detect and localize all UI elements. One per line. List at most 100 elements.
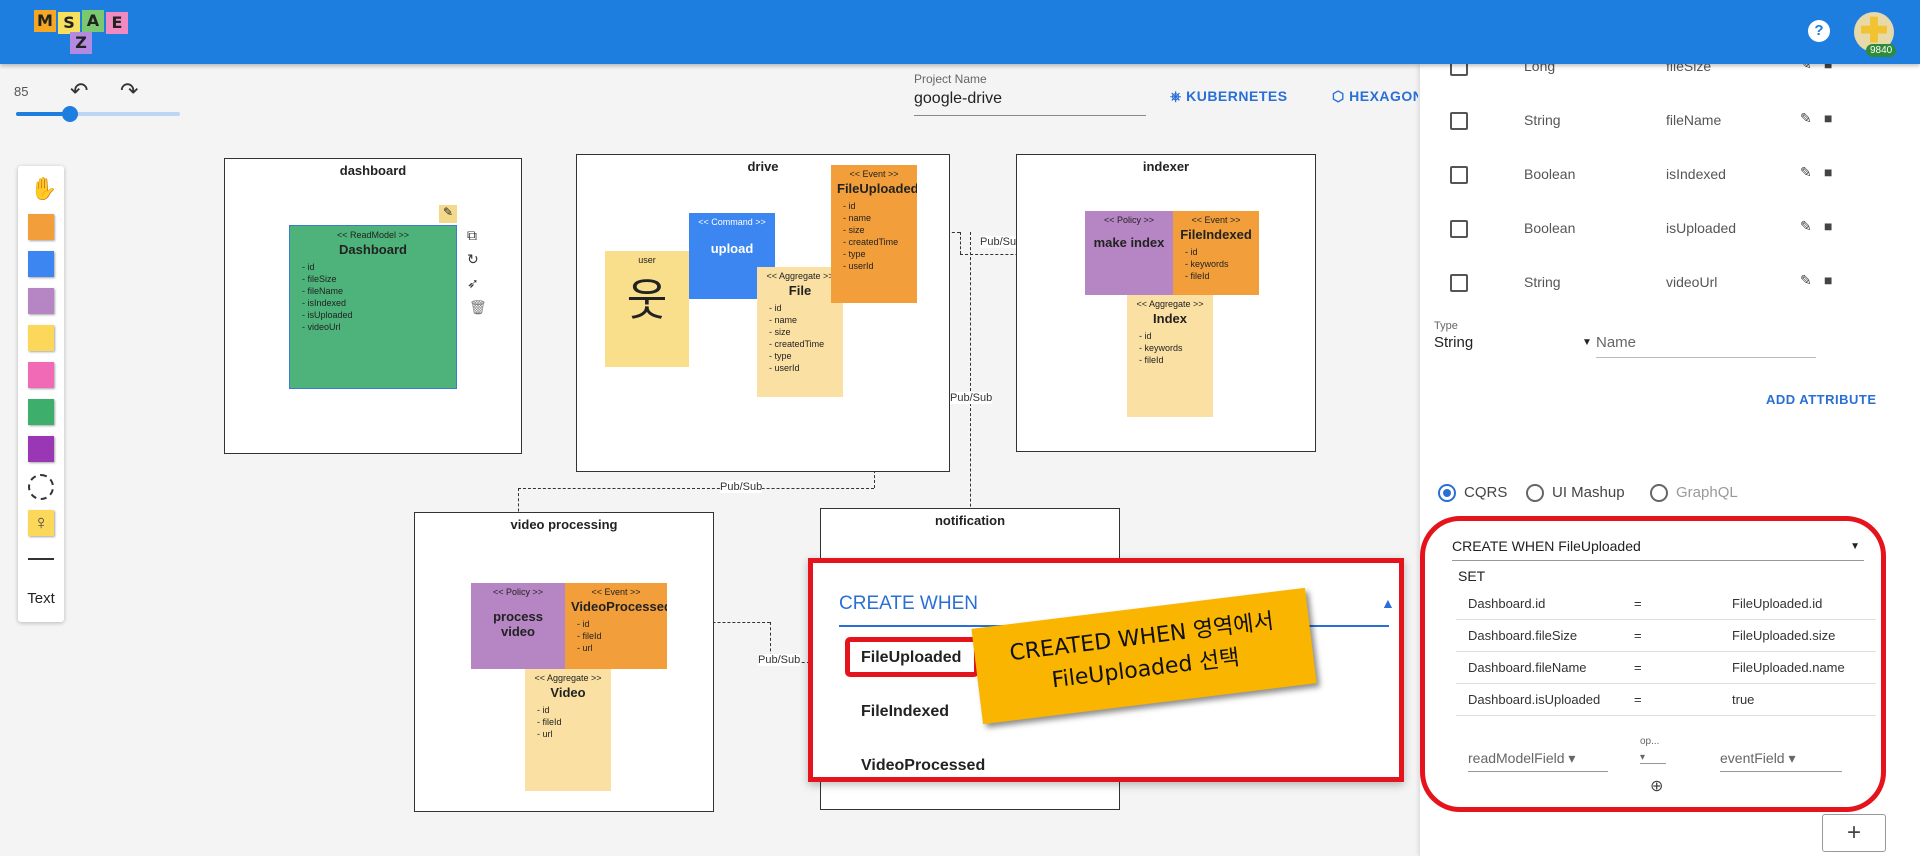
attribute-name: isIndexed xyxy=(1666,166,1726,182)
kubernetes-button[interactable]: ⎈ KUBERNETES xyxy=(1170,88,1288,105)
sticker-name: FileIndexed xyxy=(1180,227,1252,242)
sticker-name: Index xyxy=(1153,311,1187,326)
bounded-context-title: notification xyxy=(934,513,1006,528)
attribute-row[interactable]: Boolean isIndexed ✎ ■ xyxy=(1450,160,1890,190)
connect-icon[interactable]: ➶ xyxy=(467,275,479,292)
delete-icon[interactable]: ■ xyxy=(1824,272,1832,288)
aggregate-sticker-index[interactable]: << Aggregate >> Index id keywords fileId xyxy=(1127,295,1213,417)
attribute-checkbox[interactable] xyxy=(1450,220,1468,238)
policy-sticker-process-video[interactable]: << Policy >> process video xyxy=(471,583,565,669)
attribute-row[interactable]: Boolean isUploaded ✎ ■ xyxy=(1450,214,1890,244)
copy-icon[interactable]: ⧉ xyxy=(467,227,477,244)
policy-sticker-make-index[interactable]: << Policy >> make index xyxy=(1085,211,1173,295)
undo-icon[interactable]: ↶ xyxy=(70,78,88,104)
bounded-context-title: video processing xyxy=(510,517,618,532)
readmodel-sticker-dashboard[interactable]: << ReadModel >> Dashboard id fileSize fi… xyxy=(289,225,457,389)
attribute-checkbox[interactable] xyxy=(1450,166,1468,184)
attribute-name-input[interactable]: Name xyxy=(1596,334,1816,358)
radio-graphql[interactable]: GraphQL xyxy=(1650,484,1738,503)
delete-icon[interactable]: ■ xyxy=(1824,110,1832,126)
rotate-icon[interactable]: ↻ xyxy=(467,251,479,268)
line-icon[interactable] xyxy=(28,558,54,560)
hand-icon[interactable]: ✋ xyxy=(30,176,57,202)
type-select[interactable]: String ▼ xyxy=(1434,334,1592,351)
hexagonal-button[interactable]: ⬡ HEXAGONAL xyxy=(1332,88,1418,105)
event-sticker-fileuploaded[interactable]: << Event >> FileUploaded id name size cr… xyxy=(831,165,917,303)
edit-icon[interactable]: ✎ xyxy=(1800,272,1812,289)
bounded-context-video-processing[interactable]: video processing << Policy >> process vi… xyxy=(414,512,714,812)
add-button[interactable]: + xyxy=(1822,814,1886,852)
radio-unchecked-icon xyxy=(1650,484,1668,503)
sticker-field: fileId xyxy=(1185,270,1253,282)
type-label: Type xyxy=(1434,320,1458,332)
sticker-field: fileId xyxy=(577,630,661,642)
event-sticker[interactable] xyxy=(28,214,54,240)
user-icon: 웃 xyxy=(626,276,668,325)
project-name-input[interactable]: google-drive xyxy=(914,86,1146,116)
text-tool[interactable]: Text xyxy=(24,590,58,607)
view-sticker[interactable] xyxy=(28,436,54,462)
edge-label-pubsub: Pub/Sub xyxy=(758,654,801,666)
dropdown-item-fileuploaded[interactable]: FileUploaded xyxy=(861,649,961,667)
edit-icon[interactable]: ✎ xyxy=(1800,164,1812,181)
highlight-frame xyxy=(1420,516,1886,812)
attribute-row[interactable]: String videoUrl ✎ ■ xyxy=(1450,268,1890,298)
actor-sticker-user[interactable]: user 웃 xyxy=(605,251,689,367)
bounded-context-drive[interactable]: drive user 웃 << Command >> upload << Agg… xyxy=(576,154,950,472)
sticker-field: fileName xyxy=(302,285,450,297)
readmodel-sticker[interactable] xyxy=(28,399,54,425)
aggregate-sticker-video[interactable]: << Aggregate >> Video id fileId url xyxy=(525,669,611,791)
zoom-slider[interactable] xyxy=(16,106,180,122)
attribute-type: String xyxy=(1524,274,1561,290)
attribute-row[interactable]: String fileName ✎ ■ xyxy=(1450,106,1890,136)
attribute-type: Boolean xyxy=(1524,166,1576,182)
dropdown-item-videoprocessed[interactable]: VideoProcessed xyxy=(861,757,985,775)
bounded-context-icon[interactable] xyxy=(28,474,54,500)
bounded-context-indexer[interactable]: indexer << Policy >> make index << Event… xyxy=(1016,154,1316,452)
command-sticker[interactable] xyxy=(28,251,54,277)
sticker-name: Dashboard xyxy=(339,242,407,257)
attribute-checkbox[interactable] xyxy=(1450,112,1468,130)
radio-ui-mashup[interactable]: UI Mashup xyxy=(1526,484,1625,503)
help-icon[interactable]: ? xyxy=(1808,20,1830,42)
palette-icon[interactable]: ✎ xyxy=(439,205,457,223)
event-sticker-videoprocessed[interactable]: << Event >> VideoProcessed id fileId url xyxy=(565,583,667,669)
delete-icon[interactable]: ■ xyxy=(1824,164,1832,180)
delete-icon[interactable]: 🗑 xyxy=(469,299,487,316)
sticker-field: name xyxy=(843,212,911,224)
zoom-value: 85 xyxy=(14,84,29,99)
radio-cqrs[interactable]: CQRS xyxy=(1438,484,1507,503)
sticker-name: Video xyxy=(550,685,586,700)
caret-up-icon[interactable]: ▲ xyxy=(1381,595,1395,611)
zoom-slider-knob[interactable] xyxy=(62,106,79,122)
dropdown-item-fileindexed[interactable]: FileIndexed xyxy=(861,703,949,721)
actor-icon[interactable]: ♀ xyxy=(28,510,54,536)
sticker-stereotype: << Event >> xyxy=(1191,215,1241,225)
sticker-field: createdTime xyxy=(843,236,911,248)
sticker-field: isIndexed xyxy=(302,297,450,309)
create-when-label: CREATE WHEN xyxy=(839,593,978,614)
attribute-checkbox[interactable] xyxy=(1450,274,1468,292)
msaez-logo[interactable]: M S A E Z xyxy=(34,8,130,54)
sticker-field: type xyxy=(843,248,911,260)
bounded-context-dashboard[interactable]: dashboard << ReadModel >> Dashboard id f… xyxy=(224,158,522,454)
delete-icon[interactable]: ■ xyxy=(1824,218,1832,234)
sticker-field: id xyxy=(843,200,911,212)
redo-icon[interactable]: ↷ xyxy=(120,78,138,104)
radio-unchecked-icon xyxy=(1526,484,1544,503)
sticker-stereotype: << Command >> xyxy=(698,217,766,227)
sticker-name: File xyxy=(788,283,812,298)
aggregate-sticker[interactable] xyxy=(28,325,54,351)
event-sticker-fileindexed[interactable]: << Event >> FileIndexed id keywords file… xyxy=(1173,211,1259,295)
external-sticker[interactable] xyxy=(28,362,54,388)
attribute-type: String xyxy=(1524,112,1561,128)
sticker-stereotype: << Aggregate >> xyxy=(1136,299,1204,309)
kubernetes-label: KUBERNETES xyxy=(1186,88,1288,104)
policy-sticker[interactable] xyxy=(28,288,54,314)
edit-icon[interactable]: ✎ xyxy=(1800,110,1812,127)
add-attribute-button[interactable]: ADD ATTRIBUTE xyxy=(1766,392,1877,407)
sticker-field: userId xyxy=(769,362,837,374)
sticker-field: id xyxy=(769,302,837,314)
edit-icon[interactable]: ✎ xyxy=(1800,218,1812,235)
sticker-field: isUploaded xyxy=(302,309,450,321)
